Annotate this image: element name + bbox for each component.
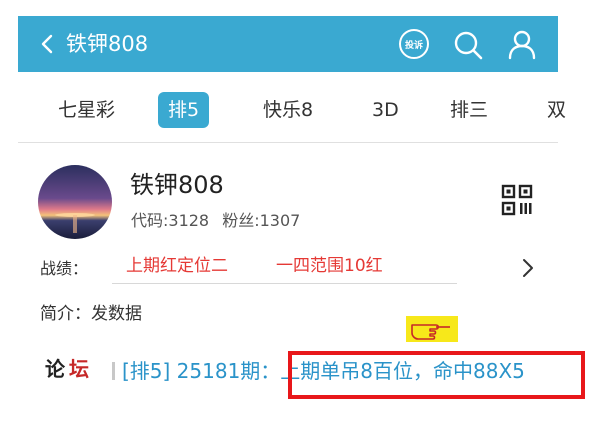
header-title: 铁钾808 [66,32,149,56]
search-icon[interactable] [451,28,485,62]
forum-label: 论坛 [45,355,89,383]
complain-icon[interactable]: 投诉 [399,29,429,59]
tab-kuaile8[interactable]: 快乐8 [263,92,313,128]
pointing-hand-icon [406,316,458,342]
record-divider [112,283,457,284]
chevron-right-icon[interactable] [518,256,538,280]
tab-3d[interactable]: 3D [372,92,399,128]
avatar[interactable] [38,165,112,239]
complain-label: 投诉 [404,40,423,51]
user-icon[interactable] [506,28,538,60]
avatar-image [38,165,112,239]
profile-code: 代码:3128 [131,211,210,230]
tab-pai5[interactable]: 排5 [158,92,210,128]
profile-fans: 粉丝:1307 [222,211,301,230]
forum-separator [112,362,115,380]
profile-stats: 代码:3128 粉丝:1307 [131,210,300,232]
record-label: 战绩： [40,259,89,278]
qr-code-icon[interactable] [501,184,533,216]
chevron-left-icon[interactable] [36,32,60,56]
profile-intro: 简介：发数据 [40,304,142,324]
app-header: 铁钾808 投诉 [18,16,558,72]
forum-label-1: 论 [45,357,65,381]
tab-partial[interactable]: 双 [547,92,566,128]
lottery-tabs: 七星彩 排5 快乐8 3D 排三 双 [18,84,613,134]
highlight-box [288,351,585,399]
forum-label-2: 坛 [69,357,89,381]
record-item: 一四范围10红 [276,256,383,276]
tab-qixingcai[interactable]: 七星彩 [58,92,115,128]
tab-paisan[interactable]: 排三 [450,92,488,128]
record-item: 上期红定位二 [126,256,228,276]
profile-name: 铁钾808 [130,171,224,199]
tabs-divider [18,142,558,143]
